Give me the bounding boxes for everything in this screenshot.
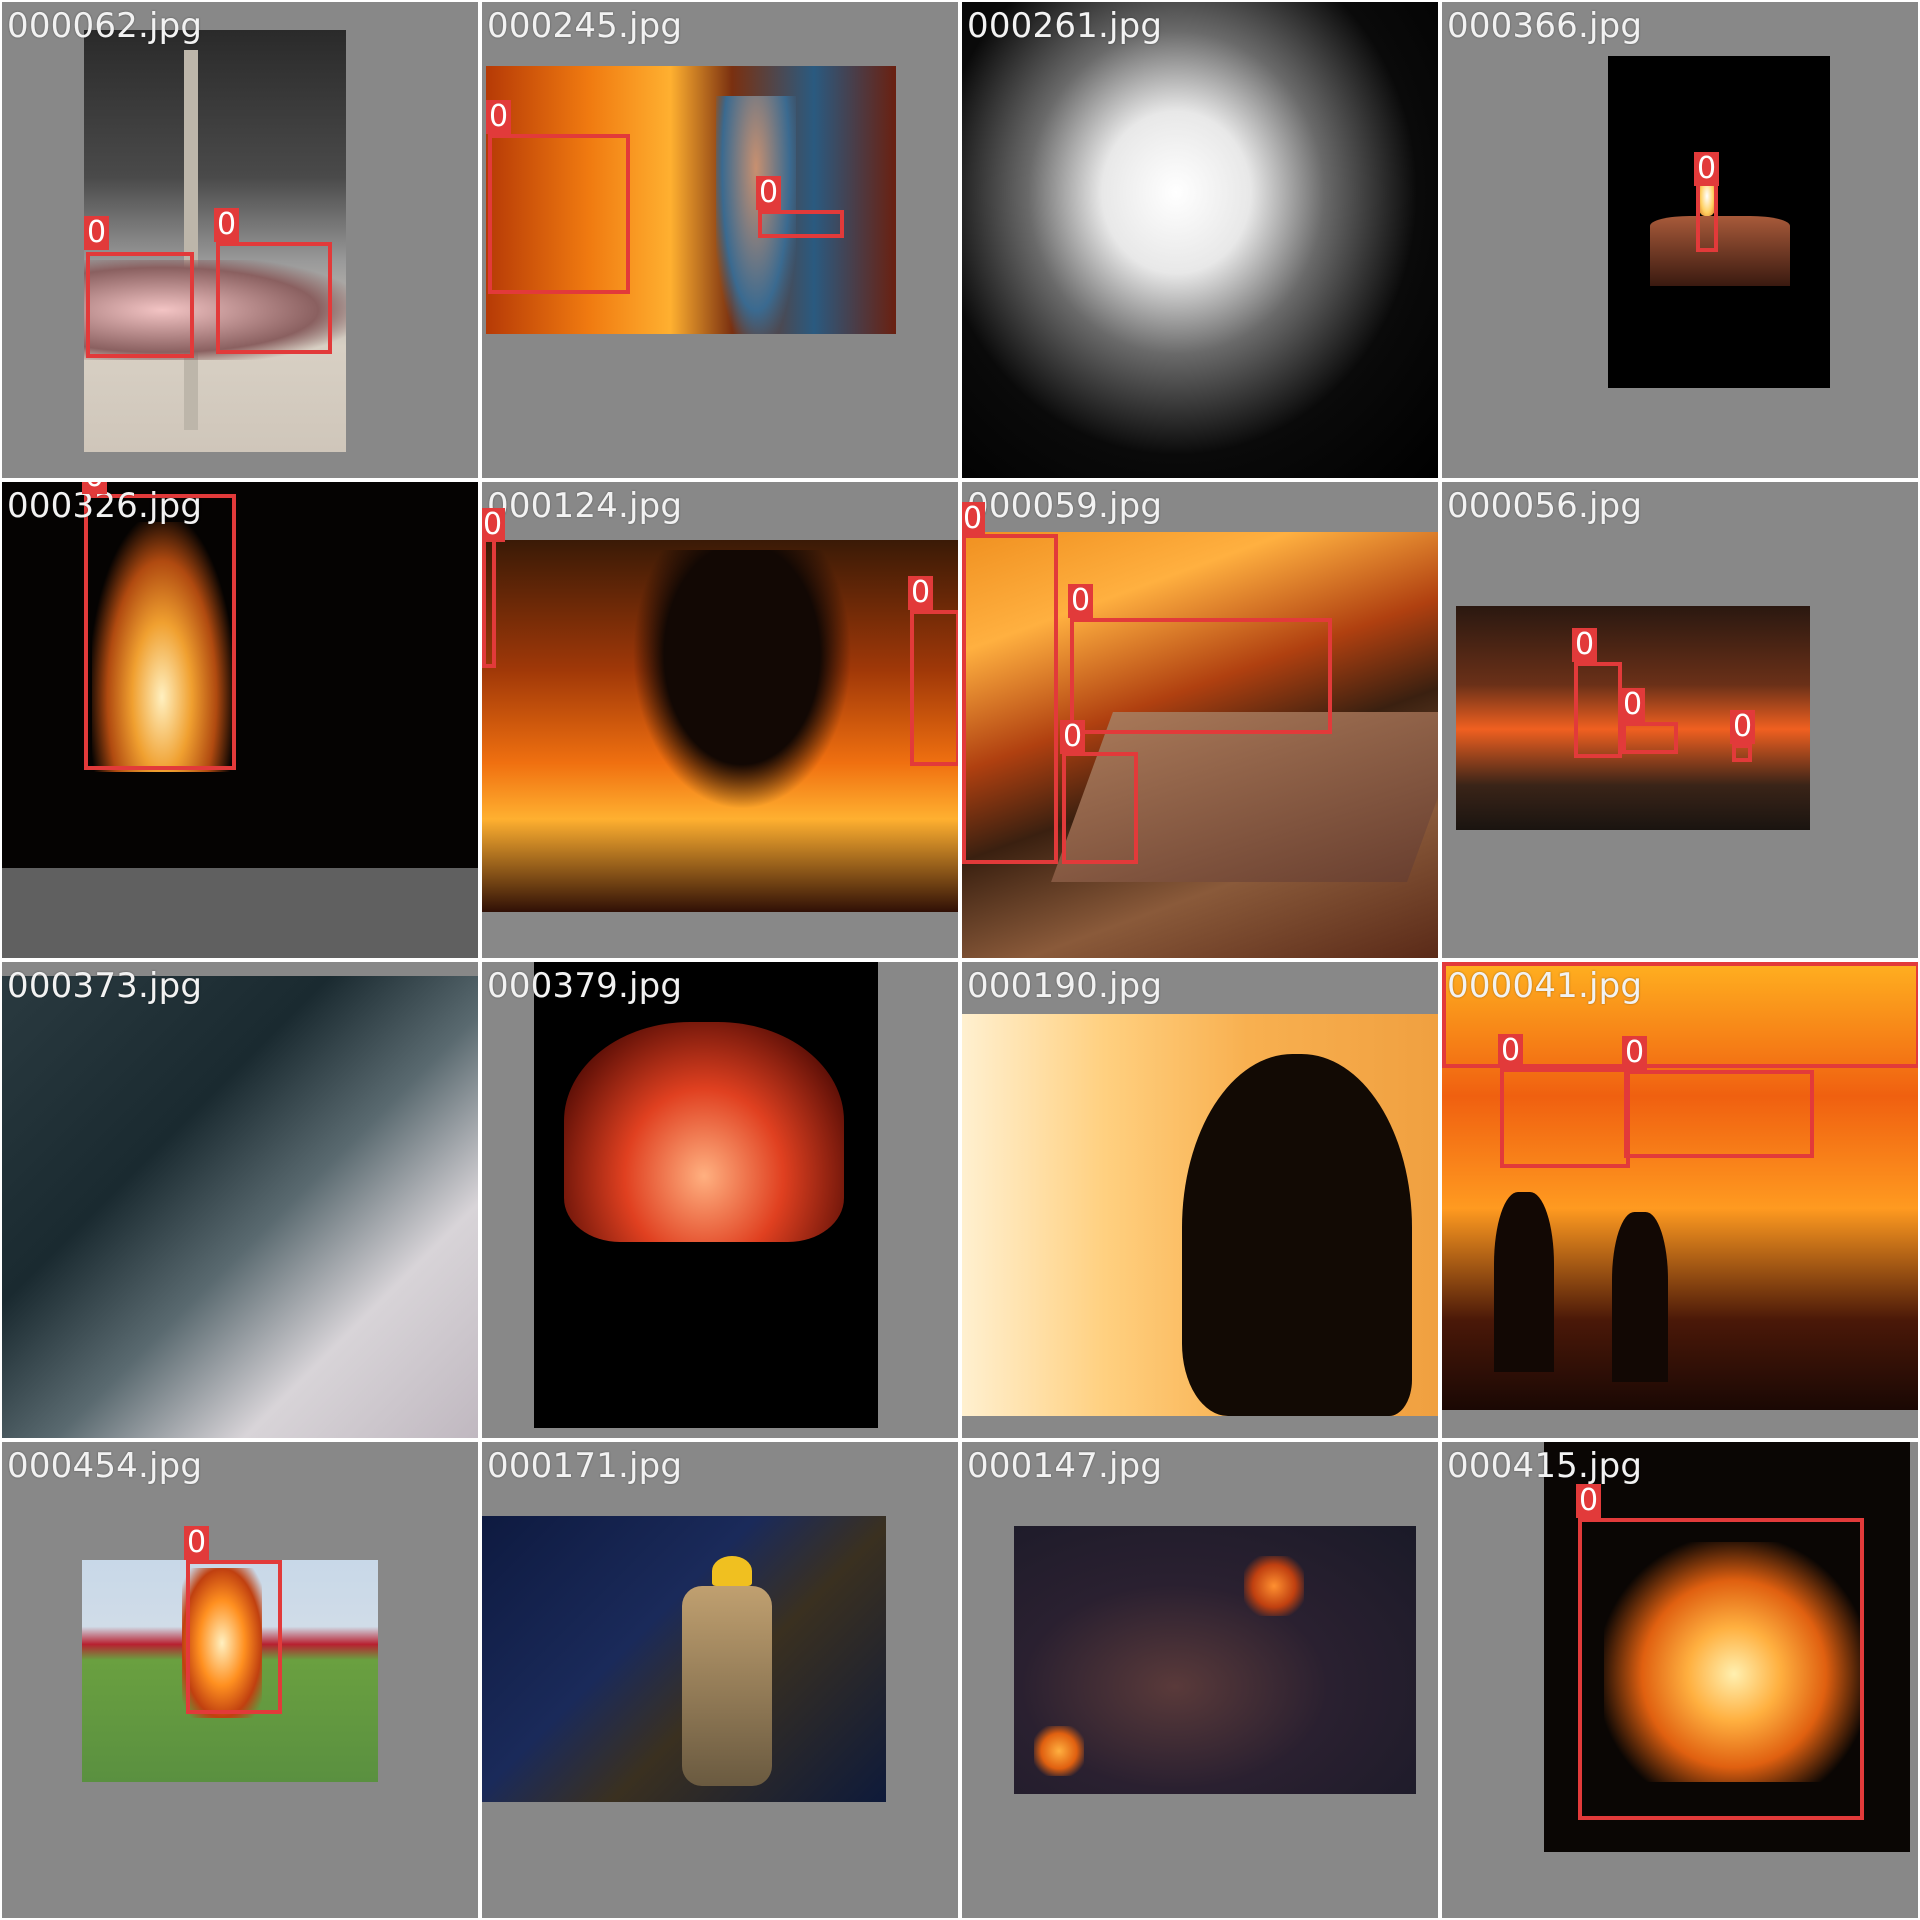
- box-label: 0: [756, 176, 782, 210]
- bounding-box: [216, 242, 332, 354]
- tile: 000261.jpg: [962, 2, 1438, 478]
- box-label: 0: [1694, 152, 1720, 186]
- bounding-box: [1622, 722, 1678, 754]
- tile: 0 000326.jpg: [2, 482, 478, 958]
- bounding-box: [1624, 1070, 1814, 1158]
- tile: 0 0 000245.jpg: [482, 2, 958, 478]
- tile: 000190.jpg: [962, 962, 1438, 1438]
- bounding-box: [758, 210, 844, 238]
- filename-label: 000245.jpg: [487, 6, 683, 46]
- bounding-box: [1500, 1068, 1630, 1168]
- tile: 0 0 000062.jpg: [2, 2, 478, 478]
- bounding-box: [84, 494, 236, 770]
- box-label: 0: [908, 576, 934, 610]
- box-label: 0: [1068, 584, 1094, 618]
- bounding-box: [1732, 744, 1752, 762]
- tile: 000379.jpg: [482, 962, 958, 1438]
- filename-label: 000171.jpg: [487, 1446, 683, 1486]
- detection-grid: 0 0 000062.jpg 0 0 000245.jpg 000261.jpg…: [0, 0, 1920, 1920]
- bounding-box: [962, 534, 1058, 864]
- photo-aerial-smoke: [2, 976, 478, 1438]
- filename-label: 000190.jpg: [967, 966, 1163, 1006]
- bounding-box: [86, 252, 194, 358]
- photo-embers: [1014, 1526, 1416, 1794]
- filename-label: 000379.jpg: [487, 966, 683, 1006]
- filename-label: 000373.jpg: [7, 966, 203, 1006]
- box-label: 0: [962, 502, 986, 536]
- bounding-box: [1578, 1518, 1864, 1820]
- box-label: 0: [184, 1526, 210, 1560]
- bounding-box: [186, 1560, 282, 1714]
- tile: 0 000366.jpg: [1442, 2, 1918, 478]
- filename-label: 000415.jpg: [1447, 1446, 1643, 1486]
- filename-label: 000366.jpg: [1447, 6, 1643, 46]
- photo-silhouette-fire: [962, 1014, 1438, 1416]
- tile: 000171.jpg: [482, 1442, 958, 1918]
- bounding-box: [482, 538, 496, 668]
- box-label: 0: [486, 100, 512, 134]
- box-label: 0: [84, 216, 110, 250]
- tile: 0 000454.jpg: [2, 1442, 478, 1918]
- bounding-box: [910, 610, 958, 766]
- filename-label: 000062.jpg: [7, 6, 203, 46]
- tile: 0 0 000124.jpg: [482, 482, 958, 958]
- box-label: 0: [214, 208, 240, 242]
- photo-forest-fire: [482, 540, 958, 912]
- filename-label: 000124.jpg: [487, 486, 683, 526]
- bounding-box: [1062, 752, 1138, 864]
- bounding-box: [1070, 618, 1332, 734]
- bounding-box: [1574, 662, 1622, 758]
- box-label: 0: [1576, 1484, 1602, 1518]
- tile: 0 000415.jpg: [1442, 1442, 1918, 1918]
- box-label: 0: [1572, 628, 1598, 662]
- box-label: 0: [482, 508, 506, 542]
- filename-label: 000056.jpg: [1447, 486, 1643, 526]
- tile: 0 0 0 000056.jpg: [1442, 482, 1918, 958]
- tile: 0 0 0 000059.jpg: [962, 482, 1438, 958]
- filename-label: 000041.jpg: [1447, 966, 1643, 1006]
- box-label: 0: [1622, 1036, 1648, 1070]
- photo-bonfire-night: [2, 482, 478, 868]
- photo-bw-burst: [962, 2, 1438, 478]
- box-label: 0: [1730, 710, 1756, 744]
- tile: 000373.jpg: [2, 962, 478, 1438]
- tile: 0 0 0 000041.jpg: [1442, 962, 1918, 1438]
- box-label: 0: [82, 482, 108, 494]
- photo-candle: [1608, 56, 1830, 388]
- box-label: 0: [1498, 1034, 1524, 1068]
- photo-sky-lantern: [534, 962, 878, 1428]
- box-label: 0: [1060, 720, 1086, 754]
- bounding-box: [488, 134, 630, 294]
- filename-label: 000454.jpg: [7, 1446, 203, 1486]
- box-label: 0: [1620, 688, 1646, 722]
- tile: 000147.jpg: [962, 1442, 1438, 1918]
- photo-firefighter-ladder: [482, 1516, 886, 1802]
- filename-label: 000261.jpg: [967, 6, 1163, 46]
- filename-label: 000059.jpg: [967, 486, 1163, 526]
- filename-label: 000147.jpg: [967, 1446, 1163, 1486]
